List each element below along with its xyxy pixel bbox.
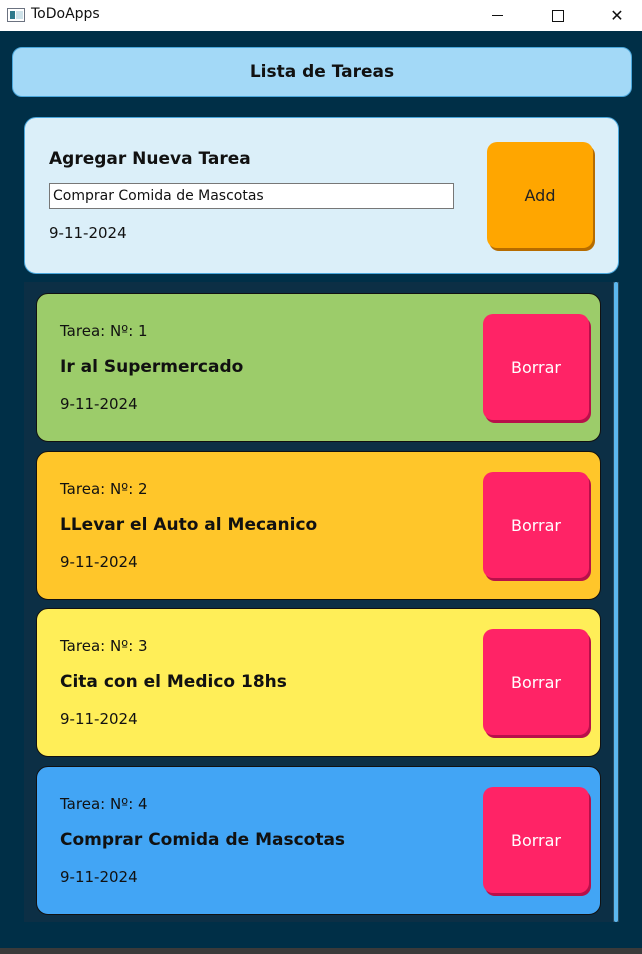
task-date: 9-11-2024: [60, 868, 138, 886]
delete-task-button[interactable]: Borrar: [483, 629, 589, 735]
close-icon: ✕: [610, 6, 624, 25]
task-card: Tarea: Nº: 3 Cita con el Medico 18hs 9-1…: [36, 608, 601, 757]
add-task-button[interactable]: Add: [487, 142, 593, 248]
task-number: Tarea: Nº: 4: [60, 795, 148, 813]
add-task-date: 9-11-2024: [49, 224, 127, 242]
maximize-button[interactable]: [529, 0, 587, 31]
task-card: Tarea: Nº: 2 LLevar el Auto al Mecanico …: [36, 451, 601, 600]
window-bottom-edge: [0, 948, 642, 954]
app-window-icon: [7, 8, 25, 22]
task-title: Ir al Supermercado: [60, 357, 244, 377]
task-card: Tarea: Nº: 1 Ir al Supermercado 9-11-202…: [36, 293, 601, 442]
task-title: Cita con el Medico 18hs: [60, 672, 287, 692]
task-date: 9-11-2024: [60, 710, 138, 728]
delete-task-button[interactable]: Borrar: [483, 314, 589, 420]
page-title: Lista de Tareas: [249, 62, 395, 82]
window-title: ToDoApps: [31, 6, 100, 22]
delete-task-button[interactable]: Borrar: [483, 787, 589, 893]
app-client-area: Lista de Tareas Agregar Nueva Tarea 9-11…: [0, 31, 642, 948]
task-card: Tarea: Nº: 4 Comprar Comida de Mascotas …: [36, 766, 601, 915]
task-date: 9-11-2024: [60, 553, 138, 571]
close-button[interactable]: ✕: [588, 0, 642, 31]
task-number: Tarea: Nº: 3: [60, 637, 148, 655]
task-list-scrollbar[interactable]: [613, 282, 619, 922]
add-task-heading: Agregar Nueva Tarea: [49, 149, 251, 169]
delete-task-button[interactable]: Borrar: [483, 472, 589, 578]
minimize-icon: [491, 15, 503, 16]
maximize-icon: [552, 9, 564, 22]
task-number: Tarea: Nº: 2: [60, 480, 148, 498]
task-title: Comprar Comida de Mascotas: [60, 830, 346, 850]
add-task-card: Agregar Nueva Tarea 9-11-2024 Add: [24, 117, 619, 274]
task-title-input[interactable]: [49, 183, 454, 209]
task-number: Tarea: Nº: 1: [60, 322, 148, 340]
minimize-button[interactable]: [468, 0, 526, 31]
page-header: Lista de Tareas: [12, 47, 632, 97]
window-title-bar: ToDoApps ✕: [0, 0, 642, 31]
task-date: 9-11-2024: [60, 395, 138, 413]
scrollbar-thumb[interactable]: [614, 282, 618, 922]
task-title: LLevar el Auto al Mecanico: [60, 515, 318, 535]
task-list[interactable]: Tarea: Nº: 1 Ir al Supermercado 9-11-202…: [24, 282, 619, 922]
